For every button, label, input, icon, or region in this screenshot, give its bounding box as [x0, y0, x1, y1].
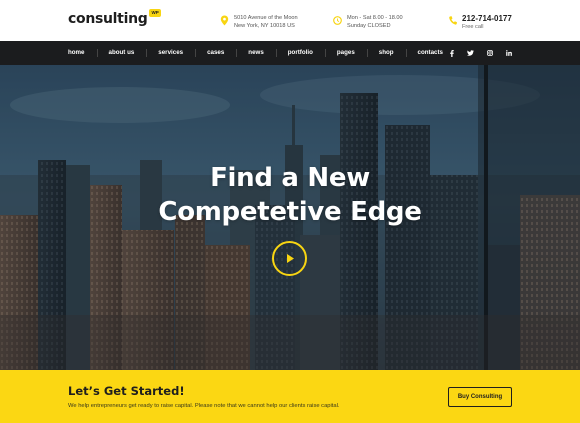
phone-icon: [449, 16, 457, 25]
logo-badge: WP: [149, 9, 161, 17]
phone-subtext: Free call: [462, 24, 484, 30]
buy-consulting-button[interactable]: Buy Consulting: [448, 387, 512, 407]
logo-text: consulting: [68, 11, 148, 27]
social-links: [442, 41, 518, 65]
nav-item-cases[interactable]: cases: [195, 41, 236, 65]
hours-info: Mon - Sat 8.00 - 18.00 Sunday CLOSED: [333, 14, 403, 30]
site-header: consulting WP 5010 Avenue of the Moon Ne…: [0, 0, 580, 41]
twitter-icon[interactable]: [461, 41, 480, 65]
nav-item-home[interactable]: home: [56, 41, 97, 65]
nav-item-pages[interactable]: pages: [324, 41, 367, 65]
phone-number[interactable]: 212-714-0177: [462, 14, 512, 23]
nav-item-about-us[interactable]: about us: [96, 41, 147, 65]
nav-item-shop[interactable]: shop: [366, 41, 406, 65]
map-pin-icon: [220, 15, 229, 26]
linkedin-icon[interactable]: [499, 41, 518, 65]
nav-item-services[interactable]: services: [146, 41, 195, 65]
play-video-button[interactable]: [272, 241, 307, 276]
cta-banner: Let’s Get Started! We help entrepreneurs…: [0, 370, 580, 423]
logo[interactable]: consulting WP: [68, 9, 161, 27]
cta-description: We help entrepreneurs get ready to raise…: [68, 403, 340, 409]
hours-line-1: Mon - Sat 8.00 - 18.00: [347, 15, 403, 21]
address-info: 5010 Avenue of the Moon New York, NY 100…: [220, 14, 298, 30]
clock-icon: [333, 16, 342, 25]
address-line-2: New York, NY 10018 US: [234, 23, 295, 29]
hero-title: Find a New Competetive Edge: [0, 161, 580, 229]
cta-title: Let’s Get Started!: [68, 384, 185, 398]
main-nav: home about us services cases news portfo…: [0, 41, 580, 65]
hours-line-2: Sunday CLOSED: [347, 23, 391, 29]
facebook-icon[interactable]: [442, 41, 461, 65]
hero-title-line-2: Competetive Edge: [158, 197, 422, 227]
nav-item-portfolio[interactable]: portfolio: [275, 41, 325, 65]
instagram-icon[interactable]: [480, 41, 499, 65]
hero-section: Find a New Competetive Edge: [0, 65, 580, 370]
nav-item-news[interactable]: news: [236, 41, 275, 65]
phone-info[interactable]: 212-714-0177 Free call: [448, 14, 512, 31]
play-icon: [286, 254, 294, 263]
address-line-1: 5010 Avenue of the Moon: [234, 15, 298, 21]
hero-title-line-1: Find a New: [210, 163, 370, 193]
